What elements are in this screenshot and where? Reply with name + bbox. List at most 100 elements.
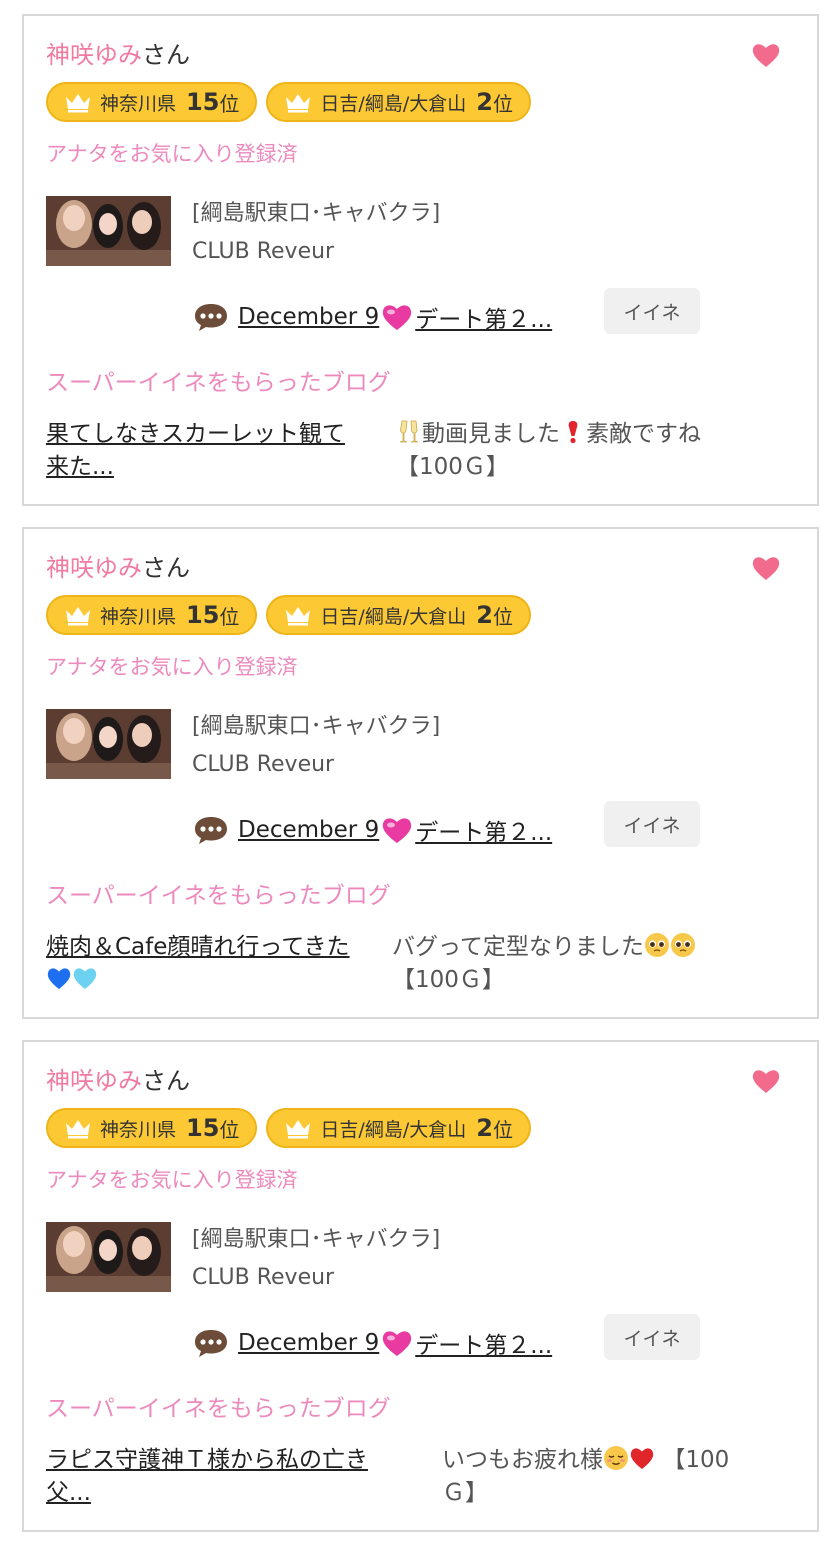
super-ine-comment: バグって定型なりました 【100Ｇ】 [392,931,696,997]
comment-text: 動画見ました [422,421,560,447]
super-ine-blog-link[interactable]: ラピス守護神Ｔ様から私の亡き 父... [46,1444,368,1510]
pleading-face-emoji [644,933,669,957]
champagne-emoji [399,420,419,443]
pleading-face-emoji [670,933,695,957]
super-ine-blog-link[interactable]: 果てしなきスカーレット観て 来た... [46,418,345,484]
badge-rank: 2 [476,1114,493,1142]
badge-rank: 2 [476,601,493,629]
pink-heart-emoji [383,818,412,843]
super-ine-section-title: スーパーイイネをもらったブログ [46,370,391,396]
blog-title-link[interactable]: December 9 デート第２... [238,300,552,334]
cast-name-line[interactable]: 神咲ゆみさん [46,553,190,583]
badge-rank-suffix: 位 [492,91,513,116]
comment-reward: 【100Ｇ】 [392,967,505,993]
badge-area: 神奈川県 [100,1118,177,1141]
blog-title: デート第２... [415,820,553,846]
super-ine-blog-link[interactable]: 焼肉＆Cafe顔晴れ行ってきた [46,931,350,997]
ranking-badge-area[interactable]: 日吉/綱島/大倉山 2位 [266,595,531,635]
blog-title-link[interactable]: December 9 デート第２... [238,813,552,847]
ranking-badge-prefecture[interactable]: 神奈川県 15 位 [46,1108,258,1148]
super-ine-section-title: スーパーイイネをもらったブログ [46,883,391,909]
super-blog-line: 焼肉＆Cafe顔晴れ行ってきた [46,934,350,960]
heart-icon[interactable] [751,553,781,583]
honorific: さん [142,554,190,582]
favorite-card: 神咲ゆみさん 神奈川県 15 位 日吉/綱島/大倉山 2位 アナタをお気に入り登録… [22,14,819,506]
blog-title-link[interactable]: December 9 デート第２... [238,1326,552,1360]
blog-date: December 9 [238,304,380,330]
badge-rank: 15 [186,601,220,629]
cast-name-line[interactable]: 神咲ゆみさん [46,40,190,70]
crown-icon [286,607,311,626]
comment-text: いつもお疲れ様 [442,1447,603,1473]
relieved-face-emoji [604,1446,628,1470]
badge-area: 神奈川県 [100,92,177,115]
red-heart-emoji [630,1448,654,1469]
ranking-badge-area[interactable]: 日吉/綱島/大倉山 2位 [266,82,531,122]
latest-blog[interactable]: December 9 デート第２... [192,812,552,848]
badge-area: 神奈川県 [100,605,177,628]
super-blog-line: 父... [46,1480,91,1506]
favorite-status: アナタをお気に入り登録済 [46,142,298,166]
latest-blog[interactable]: December 9 デート第２... [192,299,552,335]
super-ine-section-title: スーパーイイネをもらったブログ [46,1396,391,1422]
pink-heart-emoji [383,1331,412,1356]
latest-blog[interactable]: December 9 デート第２... [192,1325,552,1361]
cast-name[interactable]: 神咲ゆみ [46,1067,142,1095]
blog-date: December 9 [238,817,380,843]
ranking-badges: 神奈川県 15 位 日吉/綱島/大倉山 2位 [46,82,531,122]
blog-title: デート第２... [415,307,553,333]
heart-icon[interactable] [751,1066,781,1096]
badge-area: 日吉/綱島/大倉山 [320,92,467,115]
ine-button[interactable]: イイネ [604,288,700,334]
shop-category: [綱島駅東口･キャバクラ] [192,714,441,739]
comment-text: 【100 [662,1447,730,1473]
badge-rank-suffix: 位 [219,1117,240,1142]
badge-area: 日吉/綱島/大倉山 [320,1118,467,1141]
shop-category: [綱島駅東口･キャバクラ] [192,201,441,226]
super-ine-comment: いつもお疲れ様 【100 Ｇ】 [442,1444,729,1510]
badge-area: 日吉/綱島/大倉山 [320,605,467,628]
crown-icon [66,607,90,626]
shop-name[interactable]: CLUB Reveur [192,238,334,266]
badge-rank: 15 [186,1114,220,1142]
ranking-badges: 神奈川県 15 位 日吉/綱島/大倉山 2位 [46,595,531,635]
honorific: さん [142,41,190,69]
chat-bubble-icon [195,1330,227,1357]
favorite-status: アナタをお気に入り登録済 [46,1168,298,1192]
pink-heart-emoji [383,305,412,330]
super-blog-line: ラピス守護神Ｔ様から私の亡き [46,1447,368,1473]
crown-icon [286,94,311,113]
ranking-badge-prefecture[interactable]: 神奈川県 15 位 [46,82,258,122]
blog-date: December 9 [238,1330,380,1356]
cast-name[interactable]: 神咲ゆみ [46,41,142,69]
chat-bubble-icon [195,304,227,331]
comment-reward: Ｇ】 [442,1480,488,1506]
ranking-badge-area[interactable]: 日吉/綱島/大倉山 2位 [266,1108,531,1148]
chat-bubble-icon [195,817,227,844]
profile-thumbnail[interactable] [46,1222,171,1292]
crown-icon [286,1120,311,1139]
comment-text: 素敵ですね [586,421,701,447]
exclamation-emoji [568,421,578,444]
light-blue-heart-emoji [73,968,97,989]
cast-name[interactable]: 神咲ゆみ [46,554,142,582]
cast-name-line[interactable]: 神咲ゆみさん [46,1066,190,1096]
shop-name[interactable]: CLUB Reveur [192,1264,334,1292]
super-blog-line: 果てしなきスカーレット観て [46,421,345,447]
favorite-card: 神咲ゆみさん 神奈川県 15 位 日吉/綱島/大倉山 2位 アナタをお気に入り登録… [22,527,819,1019]
profile-thumbnail[interactable] [46,709,171,779]
favorite-card: 神咲ゆみさん 神奈川県 15 位 日吉/綱島/大倉山 2位 アナタをお気に入り登録… [22,1040,819,1532]
shop-name[interactable]: CLUB Reveur [192,751,334,779]
crown-icon [66,1120,90,1139]
ine-button[interactable]: イイネ [604,1314,700,1360]
ine-button[interactable]: イイネ [604,801,700,847]
super-blog-emoji-line [46,964,350,997]
crown-icon [66,94,90,113]
honorific: さん [142,1067,190,1095]
profile-thumbnail[interactable] [46,196,171,266]
comment-reward: 【100Ｇ】 [396,454,509,480]
ranking-badge-prefecture[interactable]: 神奈川県 15 位 [46,595,258,635]
heart-icon[interactable] [751,40,781,70]
comment-text: バグって定型なりました [392,934,644,960]
badge-rank: 15 [186,88,220,116]
